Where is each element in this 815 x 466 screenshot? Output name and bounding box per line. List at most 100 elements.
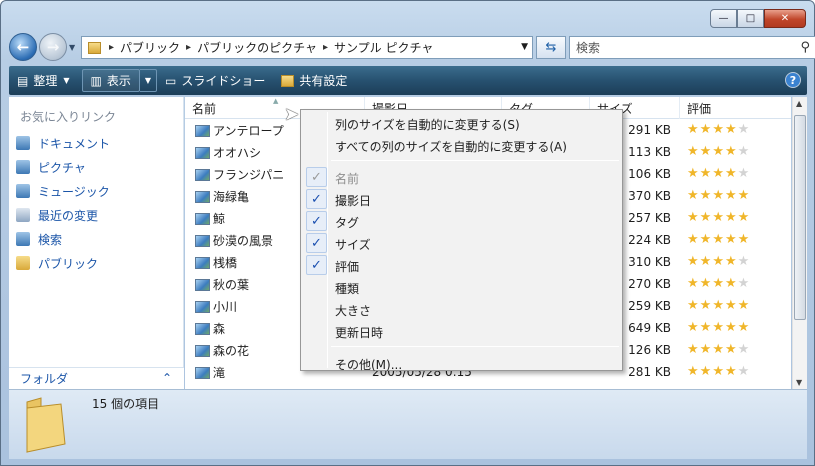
star-icon[interactable]: ★ (725, 144, 738, 159)
star-icon[interactable]: ★ (700, 364, 713, 379)
recent-pages-dropdown[interactable]: ▼ (69, 43, 75, 52)
star-icon[interactable]: ★ (738, 254, 751, 269)
star-icon[interactable]: ★ (687, 232, 700, 247)
breadcrumb-separator[interactable]: ▸ (323, 42, 328, 53)
star-icon[interactable]: ★ (712, 276, 725, 291)
star-icon[interactable]: ★ (725, 254, 738, 269)
menu-item[interactable]: ✓ タグ (303, 210, 620, 232)
breadcrumb-separator[interactable]: ▸ (186, 42, 191, 53)
star-icon[interactable]: ★ (687, 364, 700, 379)
file-rating[interactable]: ★★★★★ (687, 188, 750, 203)
star-icon[interactable]: ★ (725, 232, 738, 247)
slideshow-button[interactable]: ▭ スライドショー (157, 66, 273, 95)
vertical-scrollbar[interactable]: ▲ ▼ (792, 97, 807, 389)
views-dropdown-button[interactable]: ▼ (139, 69, 158, 92)
refresh-button[interactable]: ⇆ (536, 36, 566, 59)
star-icon[interactable]: ★ (700, 232, 713, 247)
breadcrumb-public-pictures[interactable]: パブリックのピクチャ (197, 39, 317, 56)
menu-item[interactable]: 列のサイズを自動的に変更する(S) (303, 112, 620, 134)
star-icon[interactable]: ★ (738, 166, 751, 181)
file-rating[interactable]: ★★★★★ (687, 232, 750, 247)
sidebar-item-search[interactable]: 検索 (16, 229, 62, 249)
star-icon[interactable]: ★ (725, 364, 738, 379)
star-icon[interactable]: ★ (725, 166, 738, 181)
search-icon[interactable]: ⚲ (800, 40, 810, 55)
star-icon[interactable]: ★ (738, 188, 751, 203)
star-icon[interactable]: ★ (700, 276, 713, 291)
star-icon[interactable]: ★ (687, 210, 700, 225)
menu-item[interactable]: ✓ 評価 (303, 254, 620, 276)
breadcrumb-sample-pictures[interactable]: サンプル ピクチャ (334, 39, 433, 56)
file-rating[interactable]: ★★★★★ (687, 254, 750, 269)
star-icon[interactable]: ★ (712, 232, 725, 247)
star-icon[interactable]: ★ (738, 298, 751, 313)
views-button[interactable]: ▥ 表示 (81, 69, 140, 92)
file-rating[interactable]: ★★★★★ (687, 144, 750, 159)
star-icon[interactable]: ★ (687, 254, 700, 269)
file-rating[interactable]: ★★★★★ (687, 364, 750, 379)
star-icon[interactable]: ★ (725, 210, 738, 225)
star-icon[interactable]: ★ (712, 342, 725, 357)
column-header-rating[interactable]: 評価 (680, 97, 791, 119)
scroll-down-icon[interactable]: ▼ (796, 378, 802, 387)
menu-item[interactable]: 大きさ (303, 298, 620, 320)
star-icon[interactable]: ★ (712, 188, 725, 203)
star-icon[interactable]: ★ (687, 298, 700, 313)
menu-item[interactable]: すべての列のサイズを自動的に変更する(A) (303, 134, 620, 156)
star-icon[interactable]: ★ (725, 188, 738, 203)
star-icon[interactable]: ★ (700, 254, 713, 269)
file-rating[interactable]: ★★★★★ (687, 320, 750, 335)
star-icon[interactable]: ★ (687, 188, 700, 203)
menu-item[interactable]: 更新日時 (303, 320, 620, 342)
star-icon[interactable]: ★ (712, 122, 725, 137)
star-icon[interactable]: ★ (738, 144, 751, 159)
star-icon[interactable]: ★ (712, 210, 725, 225)
file-rating[interactable]: ★★★★★ (687, 342, 750, 357)
star-icon[interactable]: ★ (712, 166, 725, 181)
star-icon[interactable]: ★ (725, 122, 738, 137)
star-icon[interactable]: ★ (700, 342, 713, 357)
menu-item[interactable]: 種類 (303, 276, 620, 298)
file-rating[interactable]: ★★★★★ (687, 298, 750, 313)
maximize-button[interactable]: □ (737, 9, 764, 28)
star-icon[interactable]: ★ (687, 276, 700, 291)
star-icon[interactable]: ★ (725, 320, 738, 335)
star-icon[interactable]: ★ (738, 320, 751, 335)
star-icon[interactable]: ★ (725, 298, 738, 313)
star-icon[interactable]: ★ (687, 166, 700, 181)
file-rating[interactable]: ★★★★★ (687, 122, 750, 137)
star-icon[interactable]: ★ (700, 188, 713, 203)
menu-item[interactable]: ✓ 撮影日 (303, 188, 620, 210)
minimize-button[interactable]: — (710, 9, 737, 28)
menu-item[interactable]: その他(M)... (303, 352, 620, 374)
star-icon[interactable]: ★ (687, 122, 700, 137)
star-icon[interactable]: ★ (700, 122, 713, 137)
forward-button[interactable]: → (39, 33, 67, 61)
file-rating[interactable]: ★★★★★ (687, 166, 750, 181)
address-bar[interactable]: ▸ パブリック ▸ パブリックのピクチャ ▸ サンプル ピクチャ ▼ (81, 36, 533, 59)
breadcrumb-separator[interactable]: ▸ (109, 42, 114, 53)
file-rating[interactable]: ★★★★★ (687, 276, 750, 291)
star-icon[interactable]: ★ (738, 210, 751, 225)
sidebar-item-recent[interactable]: 最近の変更 (16, 205, 98, 225)
close-button[interactable]: ✕ (764, 9, 806, 28)
scrollbar-thumb[interactable] (794, 115, 806, 320)
star-icon[interactable]: ★ (725, 276, 738, 291)
star-icon[interactable]: ★ (700, 210, 713, 225)
star-icon[interactable]: ★ (700, 144, 713, 159)
folders-toggle[interactable]: フォルダ ⌃ (9, 367, 184, 389)
help-button[interactable]: ? (785, 72, 801, 88)
star-icon[interactable]: ★ (700, 298, 713, 313)
search-input[interactable]: 検索 ⚲ (569, 36, 815, 59)
star-icon[interactable]: ★ (712, 144, 725, 159)
star-icon[interactable]: ★ (700, 166, 713, 181)
menu-item[interactable]: ✓ サイズ (303, 232, 620, 254)
sidebar-item-music[interactable]: ミュージック (16, 181, 110, 201)
star-icon[interactable]: ★ (712, 364, 725, 379)
file-rating[interactable]: ★★★★★ (687, 210, 750, 225)
star-icon[interactable]: ★ (738, 276, 751, 291)
breadcrumb-public[interactable]: パブリック (120, 39, 180, 56)
star-icon[interactable]: ★ (687, 320, 700, 335)
star-icon[interactable]: ★ (738, 342, 751, 357)
sidebar-item-public[interactable]: パブリック (16, 253, 98, 273)
